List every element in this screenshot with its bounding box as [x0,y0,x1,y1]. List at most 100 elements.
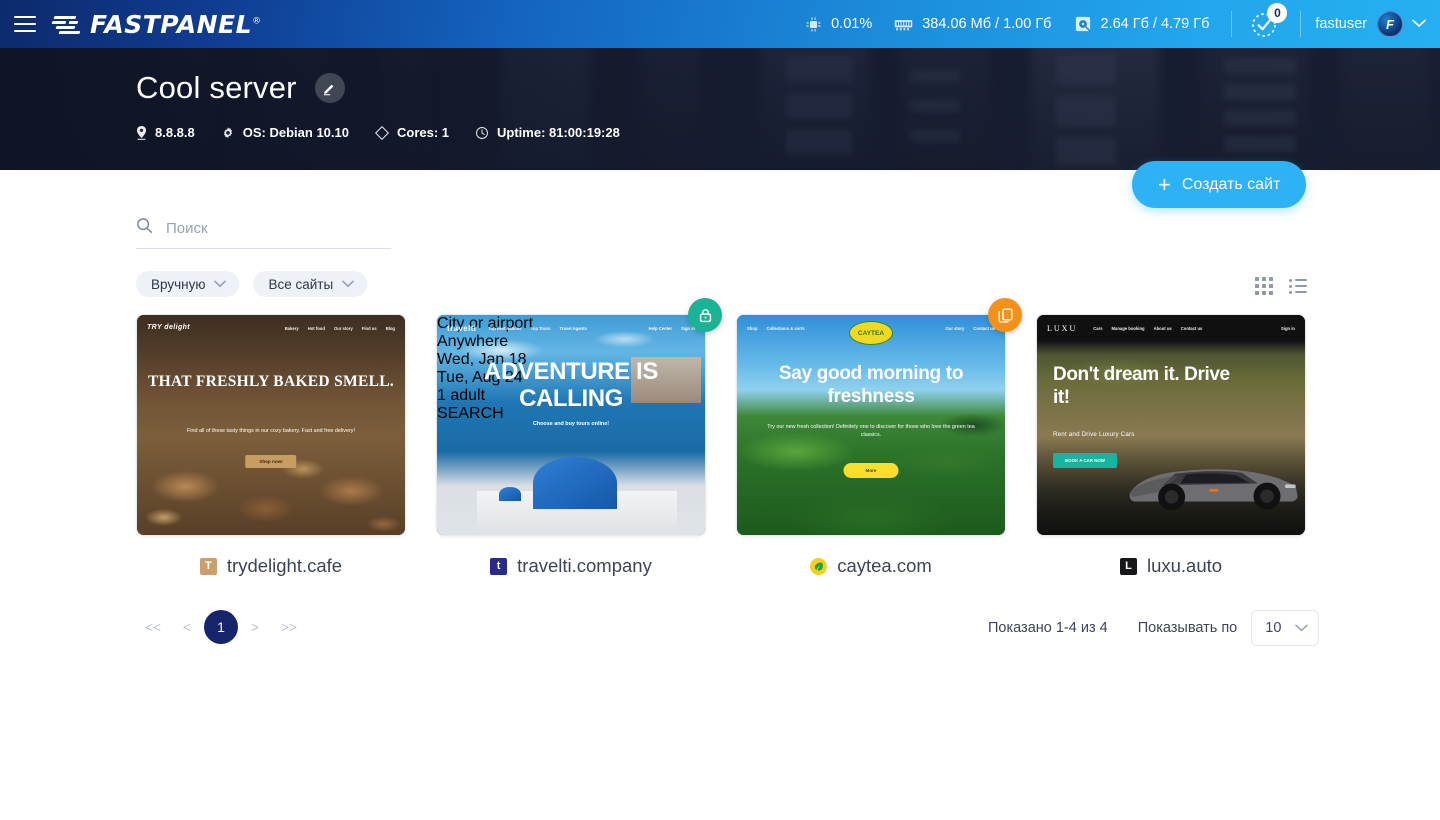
pagination-next[interactable]: > [238,610,272,644]
preview-nav-item: Shop [747,326,757,331]
brand-logo[interactable]: FASTPANEL® [52,10,262,39]
preview-logo: LUXU [1047,324,1077,333]
preview-nav-item: Collections & sorts [766,326,804,331]
gear-icon [221,126,235,140]
filter-site-scope[interactable]: Все сайты [253,271,367,297]
divider [1300,11,1301,37]
user-menu[interactable]: fastuser F [1315,11,1426,37]
site-domain[interactable]: caytea.com [837,555,932,577]
create-site-label: Создать сайт [1182,176,1280,194]
stat-cpu[interactable]: 0.01% [805,16,872,33]
diamond-icon [375,126,389,140]
site-domain[interactable]: travelti.company [517,555,652,577]
preview-nav-item: Our story [334,326,353,331]
meta-uptime: Uptime: 81:00:19:28 [475,125,620,140]
site-preview-thumbnail[interactable]: travelti Top destinations Top Tours Trav… [436,314,706,536]
edit-server-name-button[interactable] [315,73,345,103]
preview-nav-item: Top Tours [531,326,551,331]
brand-name: FASTPANEL® [90,10,262,39]
site-card: TRY delight Bakery Hot food Our story Fi… [136,314,406,577]
preview-nav-item: Sign in [681,326,695,331]
chevron-down-icon [1412,15,1426,33]
divider [1231,11,1232,37]
filter-site-scope-label: Все сайты [268,277,333,292]
search-input[interactable] [166,220,391,237]
avatar: F [1377,11,1403,37]
preview-heading: Don't dream it. Drive it! [1053,363,1245,409]
notification-count-badge: 0 [1267,3,1287,23]
preview-logo: travelti [447,324,476,333]
site-preview-thumbnail[interactable]: TRY delight Bakery Hot food Our story Fi… [136,314,406,536]
grid-view-button[interactable] [1251,275,1277,297]
meta-uptime-label: Uptime: 81:00:19:28 [497,125,620,140]
preview-heading: ADVENTURE IS CALLING [437,359,705,413]
meta-cores: Cores: 1 [375,125,449,140]
list-view-button[interactable] [1285,275,1311,297]
preview-nav-item: Contact us [1181,326,1203,331]
stat-disk-value: 2.64 Гб / 4.79 Гб [1101,16,1210,32]
meta-os: OS: Debian 10.10 [221,125,349,140]
pagination-prev[interactable]: < [170,610,204,644]
site-card-footer: t travelti.company [436,555,706,577]
chevron-down-icon [214,280,226,288]
preview-subheading: Rent and Drive Luxury Cars [1053,431,1135,438]
server-hero: Cool server 8.8.8.8 OS: Debian 10.10 [0,48,1440,170]
site-card-footer: caytea.com [736,555,1006,577]
site-preview-thumbnail[interactable]: LUXU Cars Manage booking About us Contac… [1036,314,1306,536]
stat-disk[interactable]: 2.64 Гб / 4.79 Гб [1074,15,1210,33]
site-card: CAYTEA Shop Collections & sorts Our stor… [736,314,1006,577]
site-card: LUXU Cars Manage booking About us Contac… [1036,314,1306,577]
hamburger-icon[interactable] [14,16,36,32]
preview-subheading: Try our new fresh collection! Definitely… [767,423,975,440]
site-domain[interactable]: luxu.auto [1147,555,1222,577]
site-domain[interactable]: trydelight.cafe [227,555,342,577]
filter-sort-mode-label: Вручную [151,277,205,292]
pagination: << < 1 > >> [136,610,306,644]
stat-ram-value: 384.06 Мб / 1.00 Гб [922,16,1051,32]
preview-nav-item: Travel Agents [560,326,587,331]
preview-nav-item: Hot food [308,326,325,331]
notifications-button[interactable]: 0 [1248,7,1282,41]
results-count-label: Показано 1-4 из 4 [988,620,1108,636]
pagination-last[interactable]: >> [272,610,306,644]
brand-registered-mark: ® [252,16,262,26]
site-favicon: L [1120,558,1137,575]
preview-cta-button: Shop now! [245,455,296,468]
view-mode-toggle [1243,275,1311,297]
pagination-page-1[interactable]: 1 [204,610,238,644]
site-card-footer: L luxu.auto [1036,555,1306,577]
plus-icon: + [1158,174,1171,196]
create-site-button[interactable]: + Создать сайт [1132,161,1306,208]
sites-grid: TRY delight Bakery Hot food Our story Fi… [136,314,1306,577]
filter-sort-mode[interactable]: Вручную [136,271,239,297]
per-page-select[interactable]: 10 [1251,610,1319,646]
preview-nav-item: Top destinations [488,326,521,331]
page-title: Cool server [136,70,297,106]
meta-ip-label: 8.8.8.8 [155,125,195,140]
preview-heading: Say good morning to freshness [737,363,1005,409]
pagination-first[interactable]: << [136,610,170,644]
search-field[interactable] [136,217,391,249]
preview-nav-item: Blog [386,326,395,331]
fastpanel-mark-icon [52,13,82,35]
preview-subheading: Find all of these tasty things in our co… [151,427,391,435]
site-favicon [810,558,827,575]
meta-cores-label: Cores: 1 [397,125,449,140]
meta-ip: 8.8.8.8 [136,125,195,140]
preview-nav-item: Sign in [1281,326,1295,331]
stat-ram[interactable]: 384.06 Мб / 1.00 Гб [894,16,1051,32]
preview-nav-item: Help Center [649,326,673,331]
preview-nav-item: Our story [946,326,965,331]
preview-heading: THAT FRESHLY BAKED SMELL. [137,373,405,391]
site-preview-thumbnail[interactable]: CAYTEA Shop Collections & sorts Our stor… [736,314,1006,536]
preview-nav-item: Cars [1093,326,1102,331]
preview-cta-button: More [844,463,899,478]
user-name: fastuser [1315,16,1367,32]
preview-nav-item: Manage booking [1112,326,1145,331]
stat-cpu-value: 0.01% [831,16,872,32]
pagination-info: Показано 1-4 из 4 Показывать по 10 [988,610,1319,646]
preview-nav-item: Bakery [285,326,299,331]
location-pin-icon [136,126,147,140]
chevron-down-icon [1295,620,1308,636]
meta-os-label: OS: Debian 10.10 [243,125,349,140]
